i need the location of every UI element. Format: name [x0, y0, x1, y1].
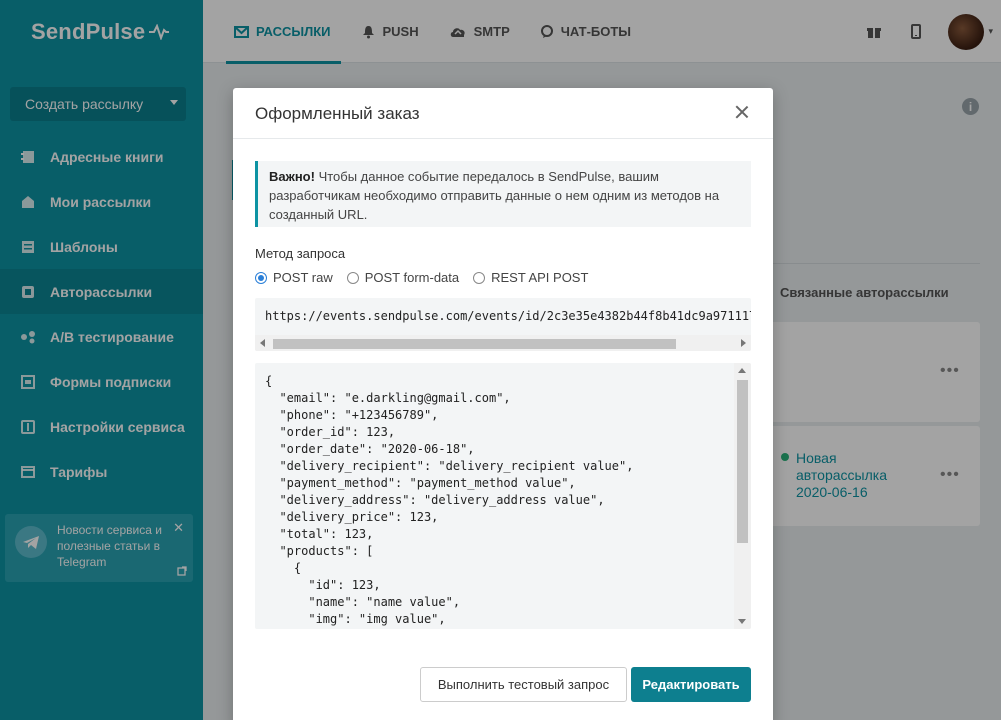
- order-modal: Оформленный заказ Важно! Чтобы данное со…: [233, 88, 773, 720]
- close-icon[interactable]: [735, 105, 749, 119]
- scrollbar-thumb[interactable]: [273, 339, 676, 349]
- radio-button[interactable]: [473, 271, 486, 284]
- edit-button[interactable]: Редактировать: [631, 667, 751, 702]
- modal-divider: [233, 138, 773, 139]
- notice-bold: Важно!: [269, 169, 315, 184]
- event-url[interactable]: https://events.sendpulse.com/events/id/2…: [265, 309, 751, 323]
- scrollbar-thumb[interactable]: [737, 380, 748, 543]
- horizontal-scrollbar[interactable]: [255, 335, 751, 351]
- request-method-label: Метод запроса: [255, 246, 346, 261]
- request-method-radios: POST raw POST form-data REST API POST: [255, 270, 602, 285]
- radio-label: REST API POST: [491, 270, 589, 285]
- radio-post-raw[interactable]: POST raw: [255, 270, 333, 285]
- json-code[interactable]: { "email": "e.darkling@gmail.com", "phon…: [265, 373, 633, 628]
- radio-button[interactable]: [255, 271, 267, 284]
- radio-post-form-data[interactable]: POST form-data: [346, 270, 460, 285]
- scroll-right-icon[interactable]: [741, 339, 746, 347]
- notice-text: Чтобы данное событие передалось в SendPu…: [269, 169, 720, 222]
- scroll-up-icon[interactable]: [738, 368, 746, 373]
- test-request-button[interactable]: Выполнить тестовый запрос: [420, 667, 627, 702]
- important-notice: Важно! Чтобы данное событие передалось в…: [255, 161, 751, 227]
- event-url-field[interactable]: https://events.sendpulse.com/events/id/2…: [255, 298, 751, 351]
- scroll-down-icon[interactable]: [738, 619, 746, 624]
- request-body-code[interactable]: { "email": "e.darkling@gmail.com", "phon…: [255, 363, 751, 629]
- radio-button[interactable]: [346, 271, 359, 284]
- vertical-scrollbar[interactable]: [734, 363, 751, 629]
- scroll-left-icon[interactable]: [260, 339, 265, 347]
- modal-title: Оформленный заказ: [255, 104, 420, 123]
- radio-label: POST form-data: [364, 270, 460, 285]
- radio-label: POST raw: [273, 270, 333, 285]
- radio-rest-api-post[interactable]: REST API POST: [473, 270, 588, 285]
